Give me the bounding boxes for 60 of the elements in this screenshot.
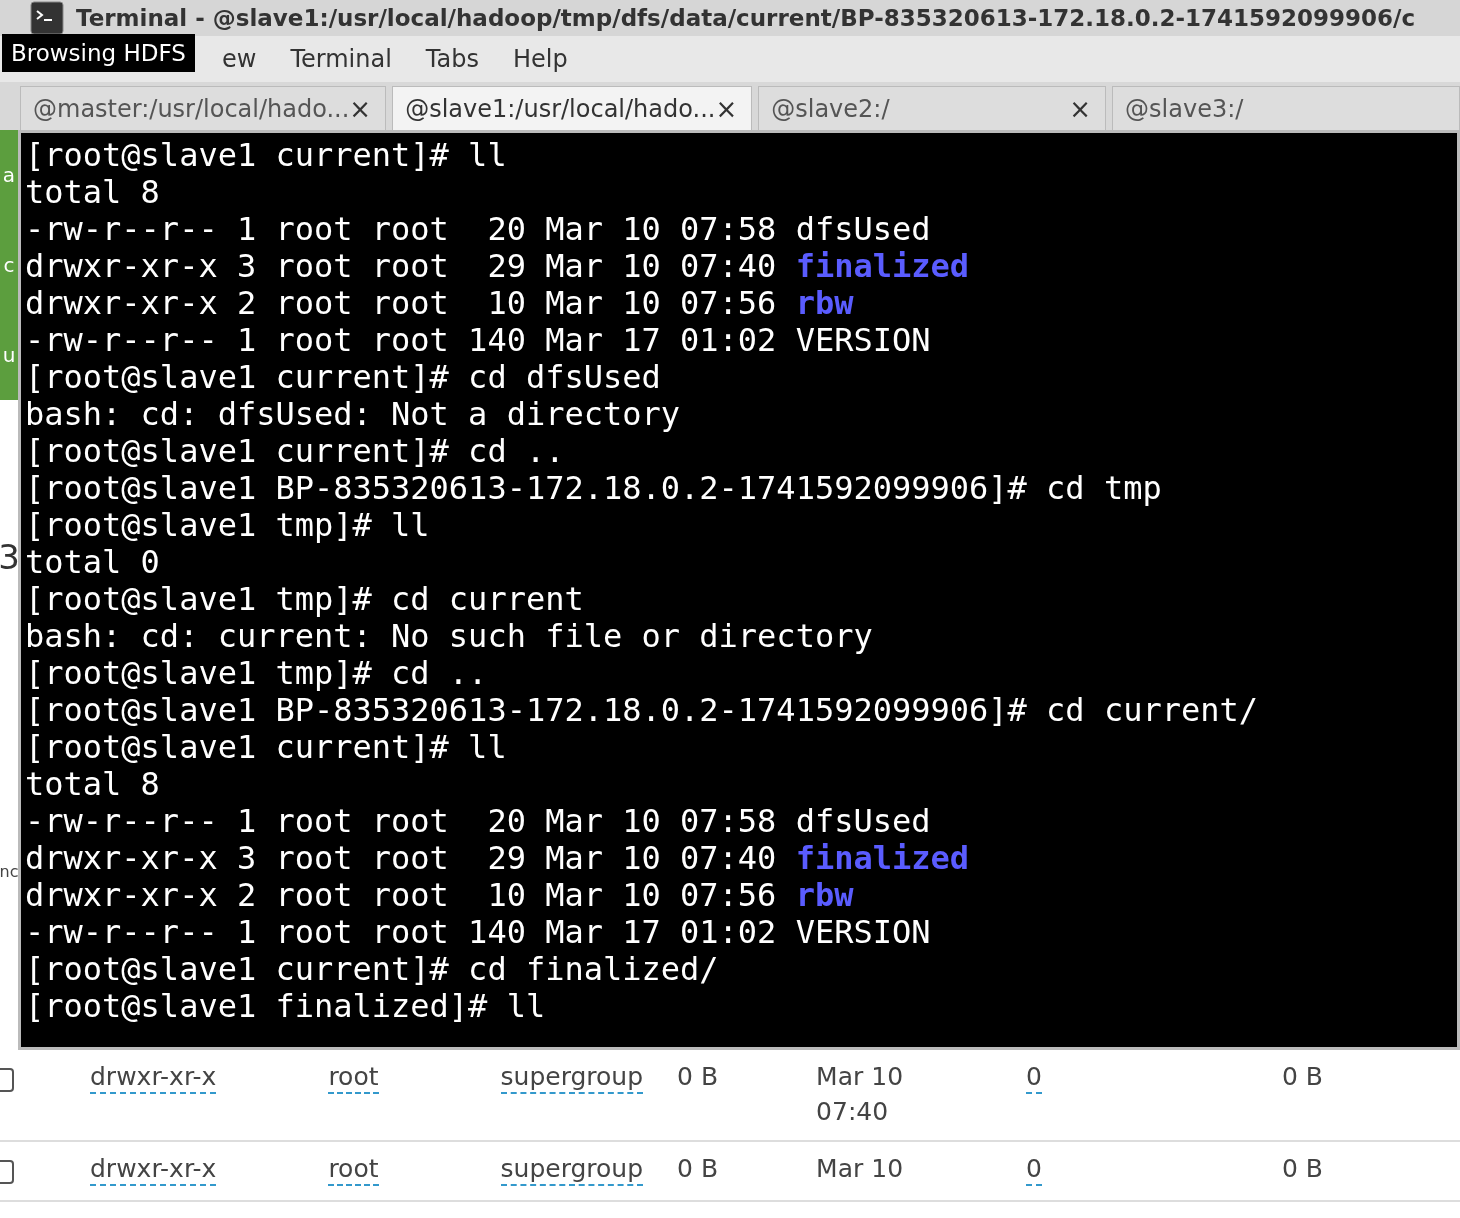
window-title: Terminal - @slave1:/usr/local/hadoop/tmp/dfs/data/current/BP-835320613-172.18.0.2-1741592099906/c (76, 5, 1416, 31)
date-cell-text: Mar 10 (816, 1154, 905, 1183)
terminal-line: -rw-r--r-- 1 root root 20 Mar 10 07:58 dfsUsed (25, 211, 932, 248)
terminal-line: [root@slave1 BP-835320613-172.18.0.2-1741592099906]# cd tmp (25, 470, 1163, 507)
terminal-icon (30, 1, 64, 35)
terminal-line: [root@slave1 current]# cd finalized/ (25, 951, 720, 988)
permission-link[interactable]: drwxr-xr-x (90, 1154, 217, 1186)
terminal-line: drwxr-xr-x 2 root root 10 Mar 10 07:56 rbw (25, 285, 855, 322)
block-size-cell: 0 B (1282, 1062, 1324, 1091)
terminal-line: [root@slave1 current]# cd .. (25, 433, 566, 470)
row-checkbox[interactable] (0, 1160, 14, 1184)
page-letter: 3 (0, 540, 18, 574)
menu-item[interactable]: ew (222, 45, 257, 73)
close-icon[interactable]: × (715, 93, 738, 124)
terminal-line: total 8 (25, 766, 161, 803)
terminal-line: [root@slave1 BP-835320613-172.18.0.2-1741592099906]# cd current/ (25, 692, 1259, 729)
owner-link[interactable]: root (328, 1154, 379, 1186)
block-size-cell: 0 B (1282, 1154, 1324, 1183)
group-link[interactable]: supergroup (500, 1062, 644, 1094)
terminal-line: drwxr-xr-x 2 root root 10 Mar 10 07:56 rbw (25, 877, 855, 914)
menu-item[interactable]: Terminal (290, 45, 392, 73)
close-icon[interactable]: × (349, 93, 372, 124)
terminal-line: -rw-r--r-- 1 root root 20 Mar 10 07:58 dfsUsed (25, 803, 932, 840)
terminal-tab[interactable]: @master:/usr/local/hado...× (20, 86, 387, 130)
permission-link[interactable]: drwxr-xr-x (90, 1062, 217, 1094)
terminal-line: bash: cd: current: No such file or directory (25, 618, 874, 655)
size-cell: 0 B (677, 1062, 719, 1091)
terminal-line: -rw-r--r-- 1 root root 140 Mar 17 01:02 VERSION (25, 322, 932, 359)
page-letter: nc (0, 864, 18, 880)
row-checkbox[interactable] (0, 1068, 14, 1092)
replication-link[interactable]: 0 (1026, 1062, 1042, 1094)
terminal-line: [root@slave1 tmp]# cd .. (25, 655, 489, 692)
close-icon[interactable]: × (1069, 93, 1092, 124)
terminal-tab[interactable]: @slave1:/usr/local/hado...× (392, 86, 753, 130)
terminal-tab[interactable]: @slave2:/ × (758, 86, 1107, 130)
terminal-line: drwxr-xr-x 3 root root 29 Mar 10 07:40 finalized (25, 248, 970, 285)
terminal-line: [root@slave1 tmp]# ll (25, 507, 431, 544)
menu-item[interactable]: Help (513, 45, 568, 73)
panel-letter: a (2, 165, 16, 185)
terminal-line: [root@slave1 current]# ll (25, 729, 508, 766)
terminal-tab[interactable]: @slave3:/ (1112, 86, 1460, 130)
menu-item[interactable]: Tabs (425, 45, 479, 73)
panel-letter: u (2, 345, 16, 365)
terminal-line: [root@slave1 tmp]# cd current (25, 581, 585, 618)
owner-link[interactable]: root (328, 1062, 379, 1094)
terminal-line: [root@slave1 finalized]# ll (25, 988, 547, 1025)
terminal-line: [root@slave1 current]# cd dfsUsed (25, 359, 662, 396)
terminal-line: bash: cd: dfsUsed: Not a directory (25, 396, 682, 433)
group-link[interactable]: supergroup (500, 1154, 644, 1186)
terminal-line: total 8 (25, 174, 161, 211)
tooltip: Browsing HDFS (2, 34, 195, 72)
terminal-line: [root@slave1 current]# ll (25, 137, 508, 174)
terminal-line: total 0 (25, 544, 161, 581)
replication-link[interactable]: 0 (1026, 1154, 1042, 1186)
size-cell: 0 B (677, 1154, 719, 1183)
terminal-line: -rw-r--r-- 1 root root 140 Mar 17 01:02 VERSION (25, 914, 932, 951)
date-cell-text: Mar 10 (816, 1062, 905, 1091)
panel-letter: c (3, 255, 15, 275)
terminal-line: drwxr-xr-x 3 root root 29 Mar 10 07:40 finalized (25, 840, 970, 877)
date-cell-text: 07:40 (816, 1097, 890, 1126)
